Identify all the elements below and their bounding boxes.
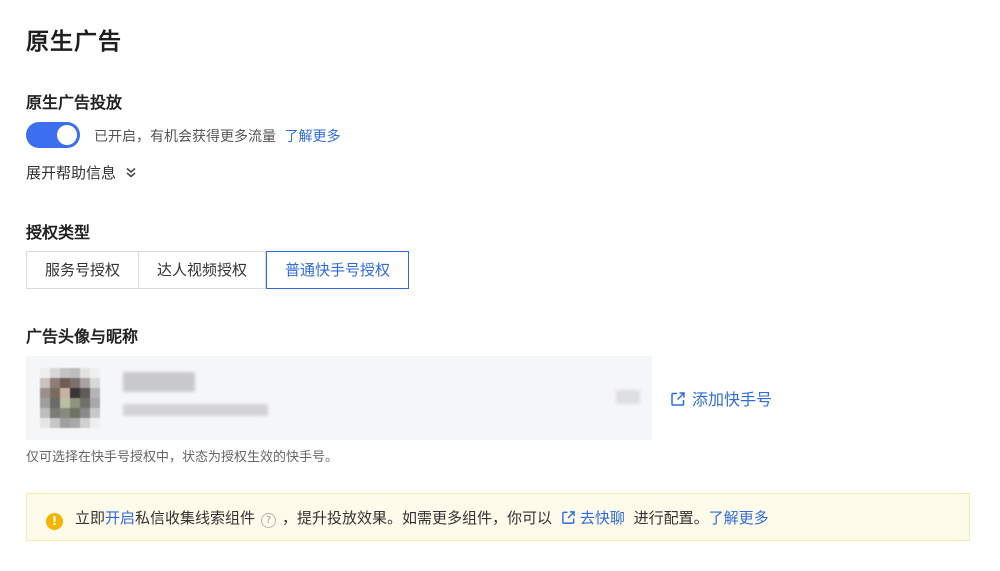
go-kuailiao-link[interactable]: 去快聊 bbox=[561, 509, 630, 527]
status-text: 已开启，有机会获得更多流量 bbox=[94, 129, 276, 145]
go-kuailiao-label: 去快聊 bbox=[579, 509, 625, 527]
avatar bbox=[40, 368, 100, 428]
auth-option-creator-video[interactable]: 达人视频授权 bbox=[139, 251, 267, 289]
warning-circle-icon: ! bbox=[46, 513, 63, 530]
notice-bar: ! 立即开启私信收集线索组件? ，提升投放效果。如需更多组件，你可以 去快聊 进行配… bbox=[26, 493, 970, 541]
auth-option-service[interactable]: 服务号授权 bbox=[26, 251, 140, 289]
selected-account-card[interactable] bbox=[26, 356, 652, 440]
page-title: 原生广告 bbox=[26, 29, 122, 55]
add-account-label: 添加快手号 bbox=[692, 390, 773, 409]
expand-help-button[interactable]: 展开帮助信息 bbox=[26, 162, 136, 183]
auth-option-kuaishou[interactable]: 普通快手号授权 bbox=[266, 251, 410, 289]
toggle-knob bbox=[57, 125, 77, 145]
native-delivery-toggle[interactable] bbox=[26, 122, 80, 148]
notice-text-4: 进行配置。 bbox=[633, 509, 709, 527]
question-circle-icon[interactable]: ? bbox=[261, 513, 277, 528]
notice-text-2: 私信收集线索组件 bbox=[135, 509, 256, 527]
auth-type-label: 授权类型 bbox=[26, 223, 91, 242]
notice-learn-more-link[interactable]: 了解更多 bbox=[709, 509, 769, 527]
add-kuaishou-account-button[interactable]: 添加快手号 bbox=[670, 386, 772, 411]
notice-text-3: ，提升投放效果。如需更多组件，你可以 bbox=[282, 509, 553, 527]
native-delivery-label: 原生广告投放 bbox=[26, 93, 123, 112]
external-link-icon bbox=[670, 391, 686, 411]
expand-help-label: 展开帮助信息 bbox=[26, 164, 117, 182]
notice-content: ! 立即开启私信收集线索组件? ，提升投放效果。如需更多组件，你可以 去快聊 进行配… bbox=[46, 507, 769, 530]
blurred-account-id bbox=[123, 404, 268, 416]
external-link-icon bbox=[561, 510, 576, 529]
open-component-link[interactable]: 开启 bbox=[105, 509, 135, 527]
learn-more-link[interactable]: 了解更多 bbox=[284, 129, 340, 145]
account-hint: 仅可选择在快手号授权中，状态为授权生效的快手号。 bbox=[26, 450, 339, 465]
notice-text-1: 立即 bbox=[75, 509, 106, 527]
toggle-status-text: 已开启，有机会获得更多流量 了解更多 bbox=[94, 126, 340, 146]
auth-type-segmented: 服务号授权 达人视频授权 普通快手号授权 bbox=[26, 251, 410, 289]
double-chevron-down-icon bbox=[122, 167, 136, 181]
blurred-marker bbox=[616, 390, 640, 404]
blurred-nickname bbox=[123, 372, 195, 392]
avatar-nickname-label: 广告头像与昵称 bbox=[26, 327, 139, 346]
